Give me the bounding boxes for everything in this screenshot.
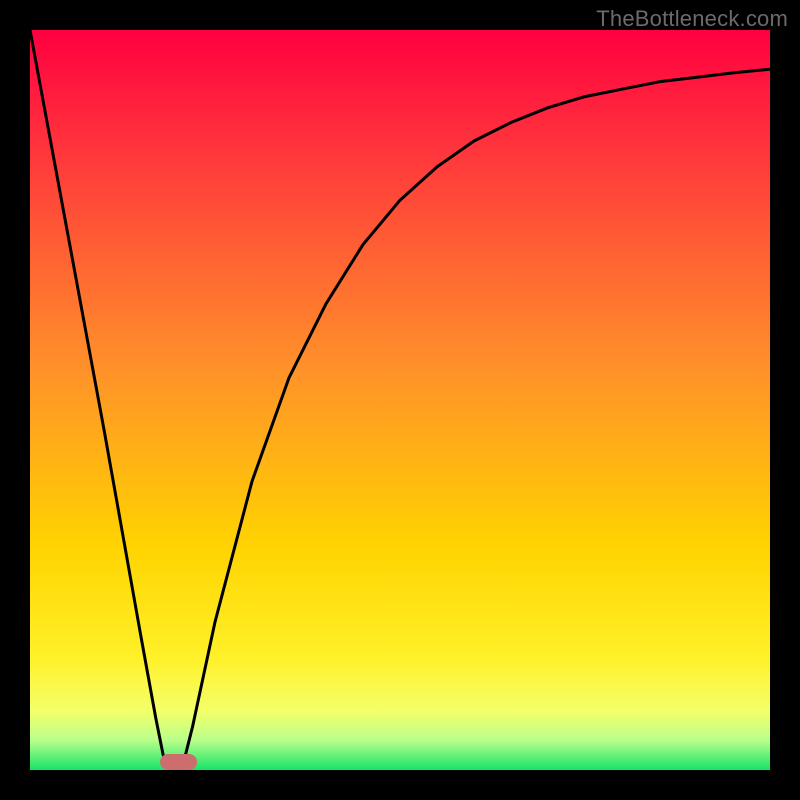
chart-frame: TheBottleneck.com bbox=[0, 0, 800, 800]
optimal-range-marker bbox=[160, 754, 197, 770]
plot-area bbox=[30, 30, 770, 770]
bottleneck-curve bbox=[30, 30, 770, 770]
watermark-label: TheBottleneck.com bbox=[596, 6, 788, 32]
